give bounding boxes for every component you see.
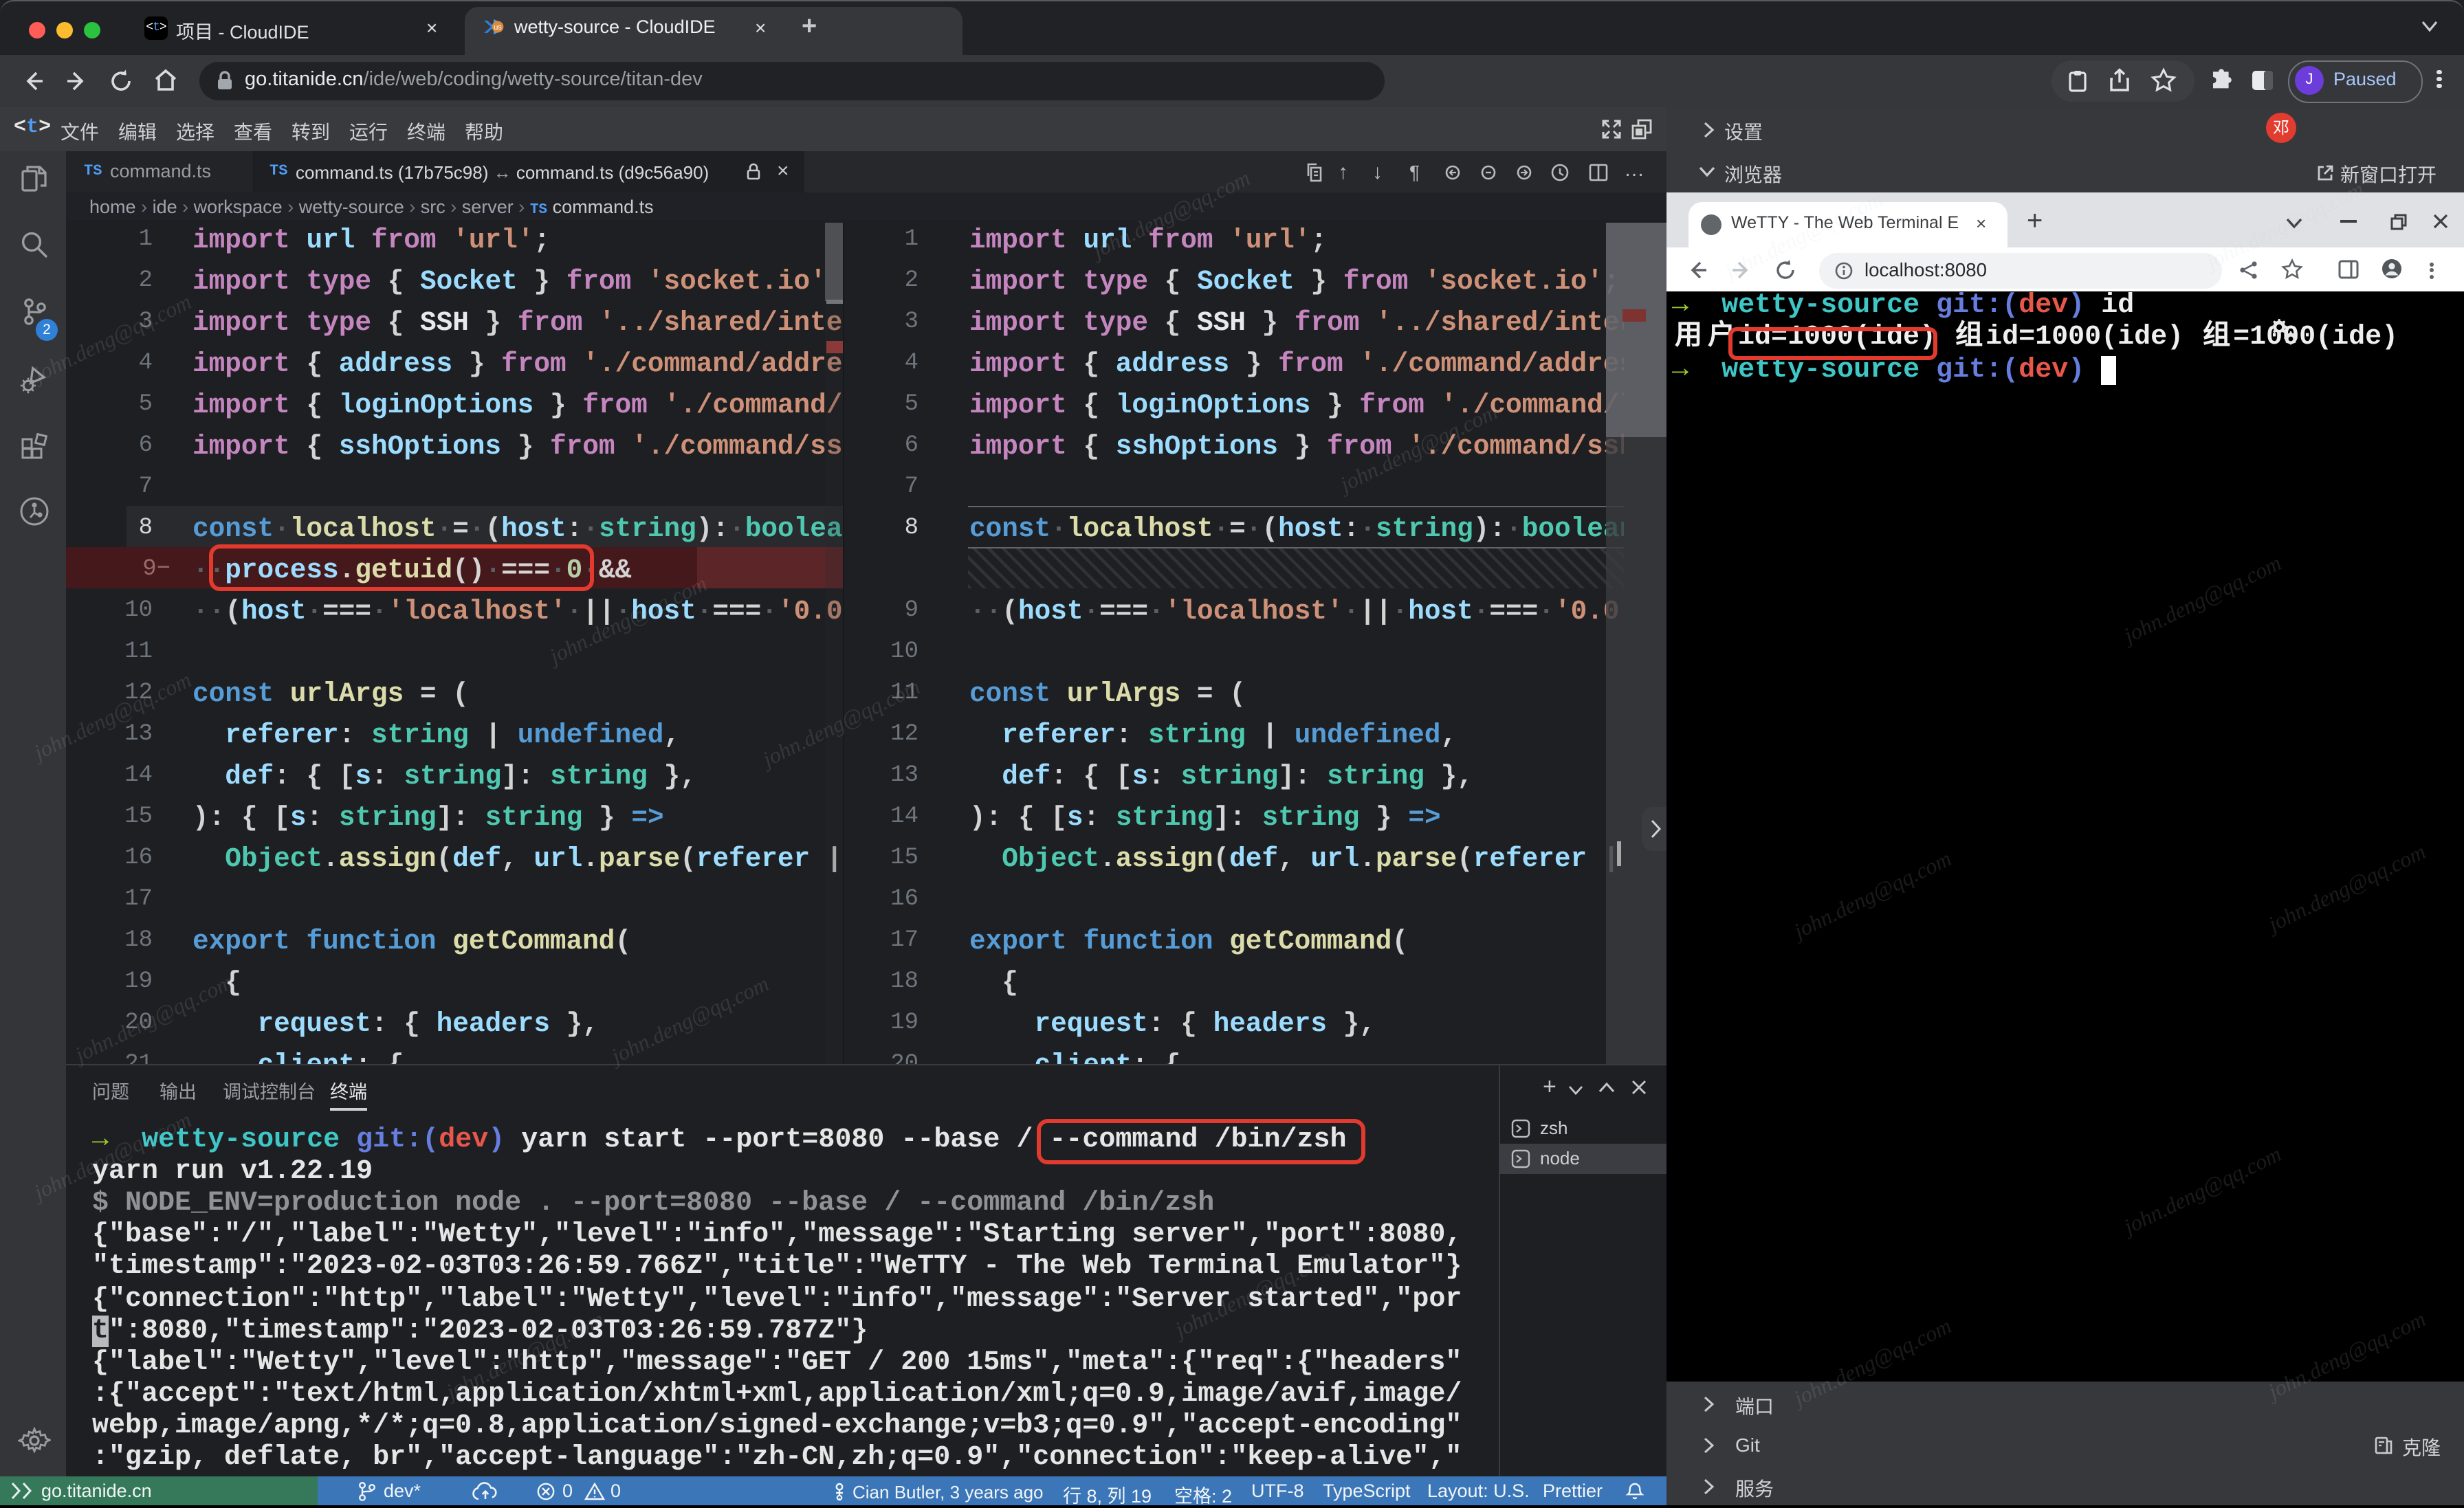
svg-text:us: us bbox=[494, 23, 502, 32]
